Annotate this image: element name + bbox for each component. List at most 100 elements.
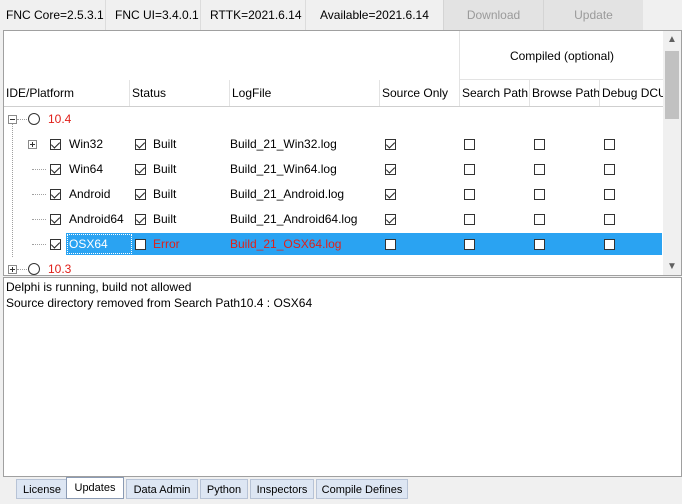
header-status[interactable]: Status (132, 80, 229, 106)
platform-checkbox[interactable] (50, 214, 61, 225)
group-label: 10.4 (48, 112, 72, 126)
tree-connector (17, 269, 27, 270)
tab-strip: License Updates Data Admin Python Inspectors… (0, 477, 682, 504)
available-version: Available=2021.6.14 (320, 8, 429, 22)
search-path-checkbox[interactable] (464, 164, 475, 175)
search-path-checkbox[interactable] (464, 214, 475, 225)
rttk-version: RTTK=2021.6.14 (210, 8, 302, 22)
platform-name: Win32 (69, 137, 104, 151)
browse-path-checkbox[interactable] (534, 164, 545, 175)
radio-button[interactable] (28, 263, 40, 275)
divider (105, 0, 106, 30)
fnc-core-version: FNC Core=2.5.3.1 (6, 8, 104, 22)
column-divider (379, 80, 380, 106)
tree-connector (12, 124, 13, 257)
browse-path-checkbox[interactable] (534, 214, 545, 225)
tree-connector (17, 119, 27, 120)
source-only-checkbox[interactable] (385, 214, 396, 225)
table-row[interactable]: Android Built Build_21_Android.log (4, 182, 663, 207)
expand-icon[interactable] (28, 140, 37, 149)
group-row[interactable]: 10.3 (4, 257, 663, 276)
platform-checkbox[interactable] (50, 139, 61, 150)
status-checkbox[interactable] (135, 239, 146, 250)
column-divider (129, 80, 130, 106)
divider (305, 0, 306, 30)
header-logfile[interactable]: LogFile (232, 80, 379, 106)
platform-name: Android64 (69, 212, 124, 226)
source-only-checkbox[interactable] (385, 139, 396, 150)
tree-connector (32, 194, 46, 195)
divider (200, 0, 201, 30)
tree-connector (32, 219, 46, 220)
column-divider (229, 80, 230, 106)
tab-updates[interactable]: Updates (66, 477, 124, 499)
log-output[interactable]: Delphi is running, build not allowed Sou… (3, 277, 682, 477)
header-search-path[interactable]: Search Path (462, 80, 529, 106)
browse-path-checkbox[interactable] (534, 239, 545, 250)
tab-inspectors[interactable]: Inspectors (250, 479, 314, 499)
expand-icon[interactable] (8, 265, 17, 274)
platform-checkbox[interactable] (50, 239, 61, 250)
header-debug-dcu[interactable]: Debug DCU (602, 80, 663, 106)
logfile-link[interactable]: Build_21_Android.log (230, 182, 344, 207)
scroll-thumb[interactable] (665, 51, 679, 119)
tree-connector (32, 244, 46, 245)
tab-compile-defines[interactable]: Compile Defines (316, 479, 408, 499)
table-row[interactable]: Win32 Built Build_21_Win32.log (4, 132, 663, 157)
scroll-down-icon[interactable]: ▼ (663, 258, 681, 275)
platform-checkbox[interactable] (50, 189, 61, 200)
header-ide-platform[interactable]: IDE/Platform (6, 80, 129, 106)
platform-grid: Compiled (optional) IDE/Platform Status Lo… (3, 30, 682, 276)
tab-license[interactable]: License (16, 479, 68, 499)
status-label: Built (153, 162, 177, 176)
radio-button[interactable] (28, 113, 40, 125)
header-source-only[interactable]: Source Only (382, 80, 459, 106)
browse-path-checkbox[interactable] (534, 189, 545, 200)
column-divider (529, 80, 530, 106)
download-button[interactable]: Download (443, 0, 543, 30)
table-row[interactable]: Android64 Built Build_21_Android64.log (4, 207, 663, 232)
debug-dcu-checkbox[interactable] (604, 164, 615, 175)
source-only-checkbox[interactable] (385, 164, 396, 175)
version-toolbar: FNC Core=2.5.3.1 FNC UI=3.4.0.1 RTTK=202… (0, 0, 682, 30)
fnc-ui-version: FNC UI=3.4.0.1 (115, 8, 199, 22)
status-checkbox[interactable] (135, 139, 146, 150)
column-divider (599, 80, 600, 106)
logfile-link[interactable]: Build_21_Win64.log (230, 157, 337, 182)
platform-name: Win64 (69, 162, 104, 176)
scroll-up-icon[interactable]: ▲ (663, 31, 681, 48)
browse-path-checkbox[interactable] (534, 139, 545, 150)
status-checkbox[interactable] (135, 214, 146, 225)
logfile-link[interactable]: Build_21_OSX64.log (230, 232, 341, 257)
platform-name: OSX64 (69, 237, 108, 251)
status-label: Error (153, 237, 180, 251)
search-path-checkbox[interactable] (464, 189, 475, 200)
status-checkbox[interactable] (135, 189, 146, 200)
compiled-group-header: Compiled (optional) (509, 49, 615, 63)
debug-dcu-checkbox[interactable] (604, 239, 615, 250)
source-only-checkbox[interactable] (385, 239, 396, 250)
status-label: Built (153, 187, 177, 201)
platform-checkbox[interactable] (50, 164, 61, 175)
search-path-checkbox[interactable] (464, 239, 475, 250)
group-row[interactable]: 10.4 (4, 107, 663, 132)
table-row[interactable]: OSX64 Error Build_21_OSX64.log (4, 232, 663, 257)
search-path-checkbox[interactable] (464, 139, 475, 150)
tab-python[interactable]: Python (200, 479, 248, 499)
update-button[interactable]: Update (543, 0, 643, 30)
logfile-link[interactable]: Build_21_Win32.log (230, 132, 337, 157)
tab-data-admin[interactable]: Data Admin (126, 479, 198, 499)
status-label: Built (153, 137, 177, 151)
status-checkbox[interactable] (135, 164, 146, 175)
logfile-link[interactable]: Build_21_Android64.log (230, 207, 357, 232)
debug-dcu-checkbox[interactable] (604, 139, 615, 150)
debug-dcu-checkbox[interactable] (604, 214, 615, 225)
group-label: 10.3 (48, 262, 72, 276)
source-only-checkbox[interactable] (385, 189, 396, 200)
collapse-icon[interactable] (8, 115, 17, 124)
debug-dcu-checkbox[interactable] (604, 189, 615, 200)
vertical-scrollbar[interactable]: ▲ ▼ (663, 31, 681, 275)
table-row[interactable]: Win64 Built Build_21_Win64.log (4, 157, 663, 182)
header-browse-path[interactable]: Browse Path (532, 80, 599, 106)
platform-name: Android (69, 187, 111, 201)
